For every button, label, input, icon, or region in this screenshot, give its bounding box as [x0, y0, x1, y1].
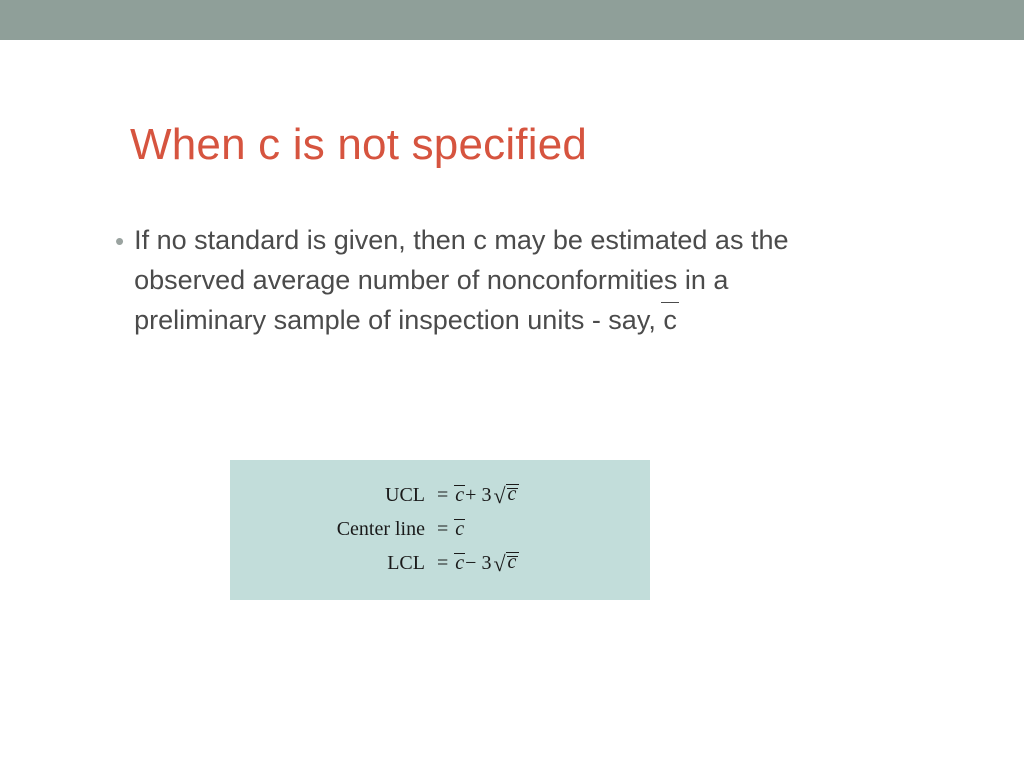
slide-body: When c is not specified • If no standard… — [0, 40, 1024, 768]
lcl-label: LCL — [250, 552, 431, 575]
sqrt-cbar: √ c — [493, 485, 519, 505]
formula-ucl: UCL = c + 3 √ c — [250, 478, 630, 512]
ucl-label: UCL — [250, 484, 431, 507]
header-accent-bar — [0, 0, 1024, 40]
c-bar: c — [454, 484, 465, 507]
c-bar: c — [454, 552, 465, 575]
c-bar-symbol: c — [663, 300, 677, 340]
bullet-text: If no standard is given, then c may be e… — [134, 220, 834, 340]
formula-box: UCL = c + 3 √ c Center line = c LCL = c — [230, 460, 650, 600]
minus-three: − 3 — [465, 552, 491, 575]
equals-sign: = — [431, 552, 454, 575]
sqrt-cbar: √ c — [493, 553, 519, 573]
radical-sign: √ — [493, 486, 505, 506]
equals-sign: = — [431, 484, 454, 507]
center-rhs: c — [454, 518, 465, 541]
equals-sign: = — [431, 518, 454, 541]
radicand-c: c — [506, 552, 520, 571]
c-bar: c — [454, 518, 465, 541]
lcl-rhs: c − 3 √ c — [454, 552, 519, 575]
formula-center: Center line = c — [250, 512, 630, 546]
slide-title: When c is not specified — [130, 120, 587, 170]
formula-lcl: LCL = c − 3 √ c — [250, 546, 630, 580]
bullet-marker: • — [115, 222, 124, 260]
bullet-text-main: If no standard is given, then c may be e… — [134, 225, 788, 335]
center-label: Center line — [250, 518, 431, 541]
radical-sign: √ — [493, 554, 505, 574]
bullet-item: • If no standard is given, then c may be… — [115, 220, 834, 340]
radicand-c: c — [506, 484, 520, 503]
plus-three: + 3 — [465, 484, 491, 507]
ucl-rhs: c + 3 √ c — [454, 484, 519, 507]
